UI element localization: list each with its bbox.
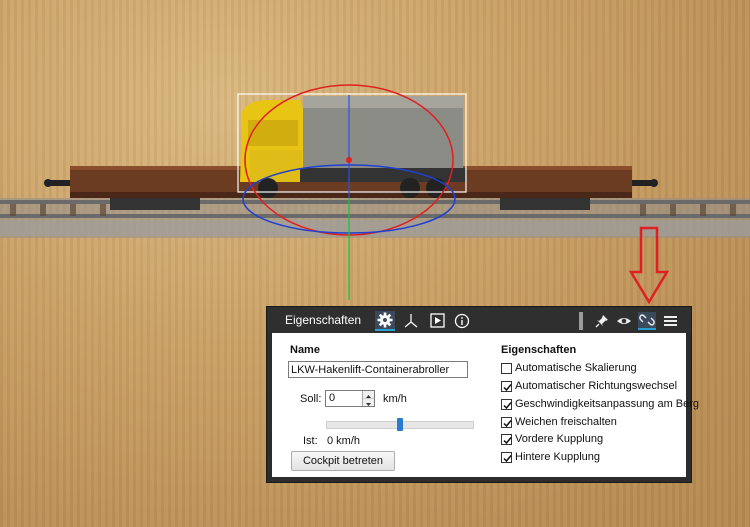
properties-heading: Eigenschaften [501, 344, 577, 356]
option-label: Hintere Kupplung [515, 451, 601, 463]
checkmark-icon [503, 437, 512, 445]
pin-button[interactable] [593, 312, 611, 330]
eye-button[interactable] [615, 312, 633, 330]
info-icon [454, 313, 470, 329]
header-separator [579, 312, 583, 330]
checkmark-icon [503, 420, 512, 428]
play-icon [430, 313, 445, 328]
speed-slider[interactable] [326, 418, 474, 431]
ist-label: Ist: [303, 435, 318, 447]
checkbox[interactable] [501, 417, 512, 428]
option-label: Geschwindigkeitsanpassung am Berg [515, 398, 700, 410]
checkbox[interactable] [501, 399, 512, 410]
checkmark-icon [503, 455, 512, 463]
stepper-down-button[interactable] [363, 399, 374, 406]
cockpit-button[interactable]: Cockpit betreten [291, 451, 395, 471]
rail-near [0, 214, 750, 218]
menu-icon [664, 316, 677, 326]
panel-body: Name LKW-Hakenlift-Containerabroller Sol… [272, 333, 699, 477]
red-arrow-indicator [628, 226, 670, 305]
ist-value: 0 km/h [327, 435, 361, 447]
option-label: Automatischer Richtungswechsel [515, 380, 678, 392]
checkmark-icon [503, 384, 512, 392]
menu-button[interactable] [661, 312, 679, 330]
slider-thumb[interactable] [397, 418, 403, 431]
soll-speed-stepper[interactable]: 0 [325, 390, 375, 407]
properties-panel: Eigenschaften Name LKW-Hakenlift-Contain… [267, 307, 699, 482]
option-label: Automatische Skalierung [515, 362, 637, 374]
soll-unit: km/h [383, 393, 407, 405]
tab-play[interactable] [427, 311, 447, 331]
pin-icon [595, 315, 608, 328]
stepper-buttons [362, 391, 374, 406]
panel-header: Eigenschaften [267, 307, 691, 333]
soll-value: 0 [329, 392, 336, 404]
soll-label: Soll: [300, 393, 322, 405]
link-icon [639, 314, 655, 326]
checkbox[interactable] [501, 363, 512, 374]
axes-icon [404, 314, 418, 328]
gear-icon [377, 312, 393, 328]
eye-icon [617, 318, 631, 324]
3d-viewport[interactable]: Eigenschaften Name LKW-Hakenlift-Contain… [0, 0, 750, 527]
option-label: Vordere Kupplung [515, 433, 604, 445]
panel-title: Eigenschaften [285, 313, 362, 327]
option-label: Weichen freischalten [515, 416, 617, 428]
checkbox[interactable] [501, 381, 512, 392]
link-button[interactable] [638, 312, 656, 330]
tab-axes[interactable] [401, 311, 421, 331]
stepper-up-button[interactable] [363, 391, 374, 399]
tab-settings[interactable] [375, 311, 395, 331]
checkbox[interactable] [501, 434, 512, 445]
name-heading: Name [290, 344, 320, 356]
name-field[interactable]: LKW-Hakenlift-Containerabroller [288, 361, 468, 378]
checkmark-icon [503, 402, 512, 410]
chevron-down-icon [366, 403, 371, 406]
tab-info[interactable] [452, 311, 472, 331]
checkbox[interactable] [501, 452, 512, 463]
